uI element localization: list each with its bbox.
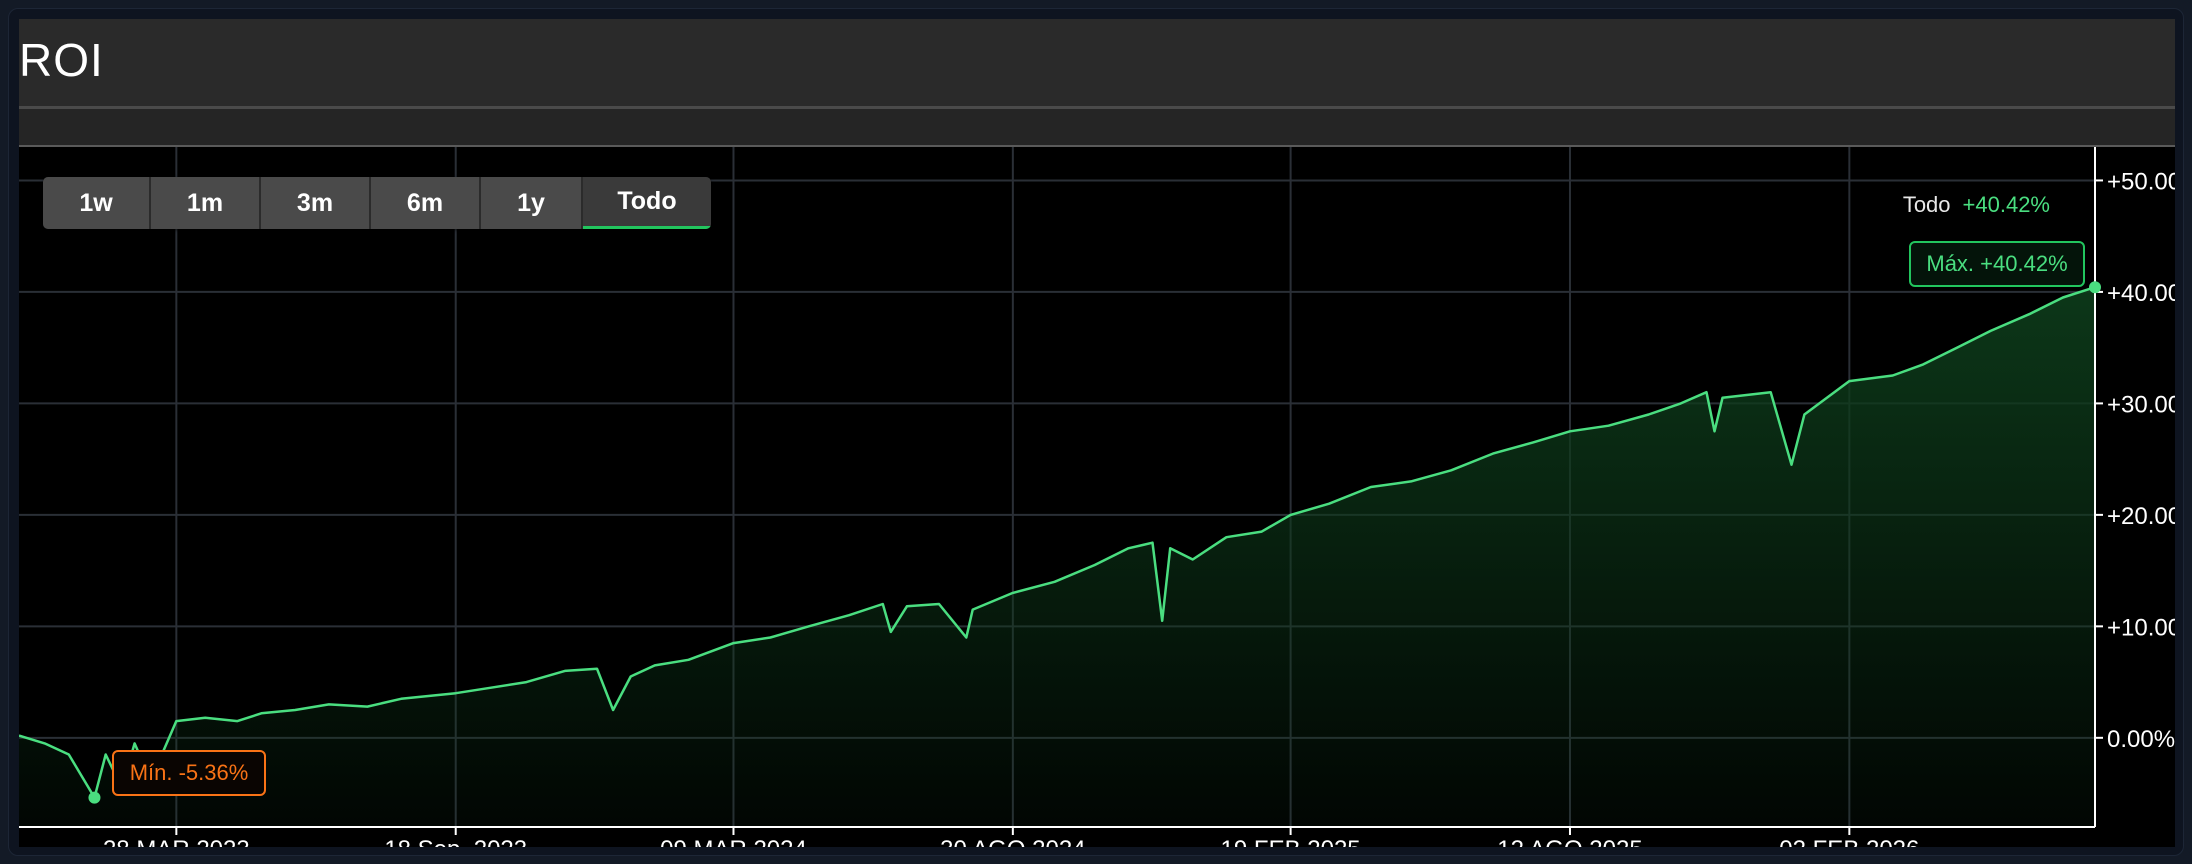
min-point-marker bbox=[88, 791, 101, 804]
legend-label: Todo bbox=[1902, 192, 1951, 217]
range-button-1y[interactable]: 1y bbox=[481, 177, 583, 229]
max-point-marker bbox=[2089, 281, 2101, 294]
chart-legend: Todo +40.42% bbox=[1903, 192, 2050, 218]
roi-area-fill bbox=[19, 287, 2095, 827]
roi-chart-svg: +50.00% +40.00% +30.00% +20.00% +10.00% 0.00%… bbox=[19, 147, 2175, 847]
min-value-badge: Mín. -5.36% bbox=[112, 750, 266, 796]
app-frame: ROI +50.00% +40.00% +30.00% +20.00% +10.00% 0… bbox=[8, 8, 2184, 856]
y-tick-label: +40.00% bbox=[2107, 280, 2175, 307]
x-tick-label: 28 MAR 2023 bbox=[103, 836, 250, 847]
page-title: ROI bbox=[19, 34, 104, 86]
panel-header: ROI bbox=[19, 19, 2175, 109]
legend-value: +40.42% bbox=[1962, 192, 2050, 217]
x-tick-label: 09 MAR 2024 bbox=[660, 836, 807, 847]
roi-chart: +50.00% +40.00% +30.00% +20.00% +10.00% 0.00%… bbox=[19, 147, 2175, 847]
x-tick-label: 30 AGO 2024 bbox=[940, 836, 1085, 847]
header-subbar bbox=[19, 109, 2175, 147]
x-tick-label: 18 Sep. 2023 bbox=[384, 836, 527, 847]
range-button-1m[interactable]: 1m bbox=[151, 177, 261, 229]
range-button-todo[interactable]: Todo bbox=[583, 177, 711, 229]
roi-panel: ROI +50.00% +40.00% +30.00% +20.00% +10.00% 0… bbox=[19, 19, 2175, 847]
y-tick-label: +30.00% bbox=[2107, 391, 2175, 418]
y-tick-label: 0.00% bbox=[2107, 726, 2175, 753]
range-button-3m[interactable]: 3m bbox=[261, 177, 371, 229]
y-tick-label: +20.00% bbox=[2107, 503, 2175, 530]
range-button-6m[interactable]: 6m bbox=[371, 177, 481, 229]
x-tick-label: 12 AGO 2025 bbox=[1497, 836, 1642, 847]
range-selector: 1w 1m 3m 6m 1y Todo bbox=[43, 177, 711, 229]
y-tick-label: +10.00% bbox=[2107, 614, 2175, 641]
y-tick-label: +50.00% bbox=[2107, 168, 2175, 195]
max-value-badge: Máx. +40.42% bbox=[1909, 241, 2085, 287]
x-tick-label: 02 FEB 2026 bbox=[1779, 836, 1919, 847]
x-tick-label: 19 FEB 2025 bbox=[1221, 836, 1361, 847]
range-button-1w[interactable]: 1w bbox=[43, 177, 151, 229]
